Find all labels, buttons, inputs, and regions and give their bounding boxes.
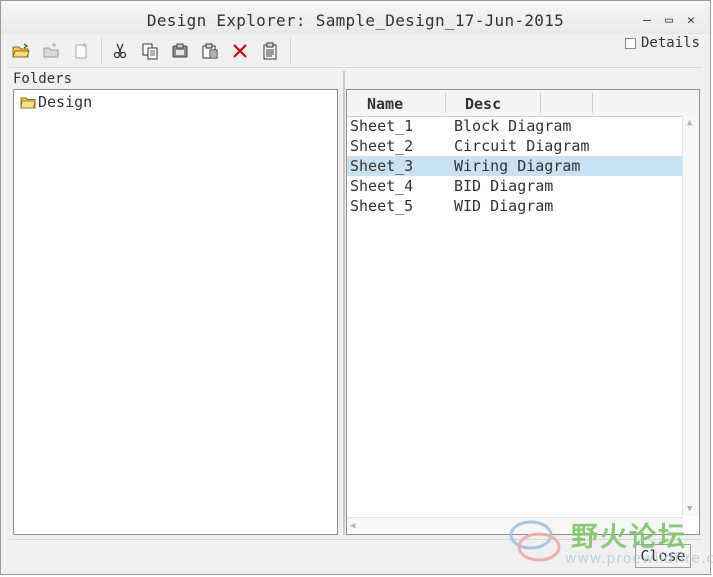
- panel-splitter[interactable]: [343, 71, 345, 535]
- paste-special-icon[interactable]: [198, 39, 222, 63]
- toolbar: [9, 37, 291, 65]
- scroll-left-icon[interactable]: ◀: [350, 521, 355, 531]
- design-explorer-window: Design Explorer: Sample_Design_17-Jun-20…: [0, 0, 713, 575]
- column-divider[interactable]: [540, 93, 541, 113]
- maximize-button[interactable]: ▭: [662, 13, 676, 28]
- column-divider[interactable]: [445, 93, 446, 113]
- folders-tree[interactable]: Design: [13, 89, 338, 535]
- footer-divider: [9, 539, 702, 540]
- toolbar-separator: [101, 38, 102, 64]
- close-button[interactable]: Close: [635, 544, 691, 568]
- row-desc: BID Diagram: [454, 177, 554, 195]
- title-bar[interactable]: Design Explorer: Sample_Design_17-Jun-20…: [1, 1, 710, 34]
- toolbar-separator: [290, 38, 291, 64]
- list-row[interactable]: Sheet_4 BID Diagram: [347, 176, 682, 196]
- properties-icon[interactable]: [258, 39, 282, 63]
- details-checkbox[interactable]: Details: [624, 35, 700, 51]
- open-folder-icon[interactable]: [9, 39, 33, 63]
- column-header-desc[interactable]: Desc: [465, 90, 501, 116]
- window-title: Design Explorer: Sample_Design_17-Jun-20…: [146, 11, 565, 30]
- sheet-list: Name Desc Sheet_1 Block Diagram Sheet_2 …: [346, 89, 700, 535]
- copy-icon[interactable]: [138, 39, 162, 63]
- toolbar-divider: [9, 67, 702, 68]
- folders-label: Folders: [13, 71, 73, 87]
- cut-icon[interactable]: [108, 39, 132, 63]
- scroll-down-icon[interactable]: ▼: [687, 504, 692, 514]
- row-name: Sheet_2: [350, 137, 414, 155]
- tree-item-design[interactable]: Design: [20, 93, 92, 111]
- list-rows: Sheet_1 Block Diagram Sheet_2 Circuit Di…: [347, 116, 682, 216]
- list-row[interactable]: Sheet_2 Circuit Diagram: [347, 136, 682, 156]
- details-label: Details: [640, 35, 700, 51]
- tree-item-label: Design: [38, 93, 93, 111]
- window-controls: – ▭ ✕: [640, 13, 698, 28]
- column-header-name[interactable]: Name: [367, 90, 403, 116]
- row-desc: WID Diagram: [454, 197, 554, 215]
- delete-icon[interactable]: [228, 39, 252, 63]
- column-divider[interactable]: [592, 93, 593, 113]
- list-row[interactable]: Sheet_1 Block Diagram: [347, 116, 682, 136]
- list-row-selected[interactable]: Sheet_3 Wiring Diagram: [347, 156, 682, 176]
- scroll-up-icon[interactable]: ▲: [687, 118, 692, 128]
- folder-icon: [20, 97, 36, 109]
- row-desc: Block Diagram: [454, 117, 572, 135]
- list-header: Name Desc: [347, 90, 699, 117]
- row-desc: Wiring Diagram: [454, 157, 581, 175]
- new-page-icon[interactable]: [69, 39, 93, 63]
- details-checkbox-box[interactable]: [624, 37, 636, 49]
- horizontal-scrollbar[interactable]: ◀: [347, 517, 683, 534]
- row-desc: Circuit Diagram: [454, 137, 590, 155]
- close-window-button[interactable]: ✕: [684, 13, 698, 28]
- row-name: Sheet_1: [350, 117, 414, 135]
- row-name: Sheet_5: [350, 197, 414, 215]
- paste-icon[interactable]: [168, 39, 192, 63]
- row-name: Sheet_3: [350, 157, 414, 175]
- minimize-button[interactable]: –: [640, 13, 654, 28]
- row-name: Sheet_4: [350, 177, 414, 195]
- vertical-scrollbar[interactable]: ▲ ▼: [682, 116, 699, 516]
- list-row[interactable]: Sheet_5 WID Diagram: [347, 196, 682, 216]
- new-folder-icon[interactable]: [39, 39, 63, 63]
